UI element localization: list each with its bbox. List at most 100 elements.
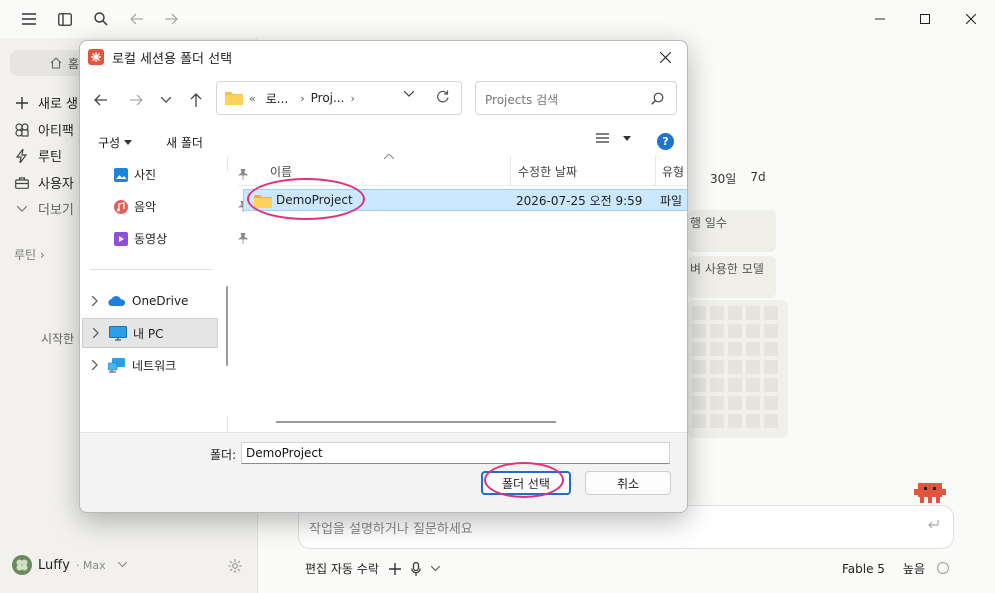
chevron-down-icon[interactable] <box>430 565 440 572</box>
sidebar-toggle-icon[interactable] <box>55 9 75 29</box>
forward-arrow-icon[interactable] <box>126 90 146 110</box>
heatmap-cell <box>728 342 742 356</box>
enter-icon[interactable] <box>927 520 939 530</box>
maximize-icon[interactable] <box>902 6 948 32</box>
heatmap-cell <box>710 378 724 392</box>
forward-arrow-icon[interactable] <box>161 9 181 29</box>
auto-accept-toggle[interactable]: 편집 자동 수락 <box>305 560 379 577</box>
dialog-titlebar: 로컬 세션용 폴더 선택 <box>80 41 687 73</box>
heatmap-cell <box>728 378 742 392</box>
heatmap-cell <box>764 378 778 392</box>
heatmap-cell <box>692 414 706 428</box>
heatmap-cell <box>728 360 742 374</box>
chevron-right-icon[interactable] <box>82 360 108 370</box>
column-header-name[interactable]: 이름 <box>270 163 292 180</box>
quick-access-music[interactable]: 음악 <box>114 198 248 215</box>
column-divider[interactable] <box>655 156 656 186</box>
close-window-icon[interactable] <box>948 6 994 32</box>
heatmap-cell <box>764 342 778 356</box>
sidebar-item-artifacts[interactable]: 아티팩 <box>14 120 74 139</box>
sidebar-section-routines[interactable]: 루틴 › <box>14 246 45 263</box>
heatmap-cell <box>746 342 760 356</box>
horizontal-scrollbar[interactable] <box>276 421 556 423</box>
search-field[interactable]: Projects 검색 <box>475 81 677 115</box>
tree-item-onedrive[interactable]: OneDrive <box>82 286 218 316</box>
nav-pane-scrollbar[interactable] <box>226 171 228 416</box>
mascot-icon <box>912 481 948 505</box>
heatmap-cell <box>710 342 724 356</box>
tree-item-this-pc[interactable]: 내 PC <box>82 318 218 348</box>
heatmap-cell <box>692 360 706 374</box>
sidebar-item-new[interactable]: 새로 생 <box>14 93 78 112</box>
sidebar-item-more[interactable]: 더보기 <box>14 199 74 218</box>
heatmap-cell <box>764 306 778 320</box>
heatmap-cell <box>728 324 742 338</box>
scrollbar-thumb[interactable] <box>226 286 228 366</box>
column-divider[interactable] <box>510 156 511 186</box>
column-header-type[interactable]: 유형 <box>662 163 684 180</box>
microphone-icon[interactable] <box>411 561 421 576</box>
recent-locations-chevron-icon[interactable] <box>156 90 176 110</box>
address-dropdown-icon[interactable] <box>404 91 414 97</box>
select-folder-button[interactable]: 폴더 선택 <box>481 471 571 495</box>
heatmap-cell <box>764 324 778 338</box>
command-bar: 구성 새 폴더 <box>80 129 687 155</box>
app-logo-icon <box>88 49 104 65</box>
back-arrow-icon[interactable] <box>91 90 111 110</box>
caret-down-icon <box>623 135 631 141</box>
add-icon[interactable] <box>388 562 401 575</box>
stat-card-label: 벼 사용한 모델 <box>690 262 764 276</box>
organize-menu[interactable]: 구성 <box>98 134 133 151</box>
cancel-button[interactable]: 취소 <box>585 471 671 495</box>
tab-7d[interactable]: 7d <box>750 170 765 187</box>
settings-icon[interactable] <box>228 559 242 573</box>
chevron-right-icon[interactable] <box>82 296 108 306</box>
file-row[interactable]: DemoProject 2026-07-25 오전 9:59 파일 <box>243 189 687 211</box>
effort-selector[interactable]: 높음 <box>903 560 925 577</box>
tab-30d[interactable]: 30일 <box>710 170 736 187</box>
tree-item-network[interactable]: 네트워크 <box>82 350 218 380</box>
sidebar-item-routines[interactable]: 루틴 <box>14 146 62 165</box>
plus-icon <box>14 95 30 111</box>
pane-divider <box>90 269 212 270</box>
tree-label: 내 PC <box>133 326 164 341</box>
chevron-right-icon[interactable] <box>83 328 109 338</box>
help-icon[interactable]: ? <box>657 133 674 150</box>
column-header-modified[interactable]: 수정한 날짜 <box>518 163 577 180</box>
model-selector[interactable]: Fable 5 <box>842 562 885 576</box>
address-overflow[interactable]: « <box>249 92 256 105</box>
briefcase-icon <box>14 175 30 191</box>
quick-access-videos[interactable]: 동영상 <box>114 230 248 247</box>
up-arrow-icon[interactable] <box>186 90 206 110</box>
folder-input[interactable]: DemoProject <box>241 442 670 464</box>
minimize-icon[interactable] <box>857 6 903 32</box>
menu-icon[interactable] <box>19 9 39 29</box>
heatmap-cell <box>728 396 742 410</box>
breadcrumb[interactable]: Proj... <box>311 91 345 105</box>
bolt-icon <box>14 148 30 164</box>
sidebar-item-label: 아티팩 <box>38 124 74 139</box>
heatmap-cell <box>692 378 706 392</box>
user-account[interactable]: Luffy · Max <box>12 555 127 575</box>
artifact-icon <box>14 122 30 138</box>
home-icon <box>50 57 62 69</box>
user-name: Luffy <box>38 557 70 573</box>
breadcrumb[interactable]: 로... <box>266 90 288 107</box>
heatmap-cell <box>746 396 760 410</box>
file-modified: 2026-07-25 오전 9:59 <box>516 193 643 208</box>
breadcrumb-separator-icon: › <box>350 91 355 105</box>
close-icon[interactable] <box>651 45 679 69</box>
dialog-title: 로컬 세션용 폴더 선택 <box>112 51 233 67</box>
back-arrow-icon[interactable] <box>127 9 147 29</box>
view-options-button[interactable] <box>596 133 631 143</box>
quick-access-pictures[interactable]: 사진 <box>114 166 248 183</box>
new-folder-button[interactable]: 새 폴더 <box>166 134 203 151</box>
refresh-icon[interactable] <box>436 90 449 103</box>
address-bar[interactable]: « 로... › Proj... › <box>216 81 462 115</box>
heatmap-cell <box>746 324 760 338</box>
sidebar-item-users[interactable]: 사용자 <box>14 173 74 192</box>
home-label: 홈 <box>68 56 80 71</box>
caret-down-icon <box>124 140 133 145</box>
network-icon <box>108 357 126 373</box>
search-icon[interactable] <box>91 9 111 29</box>
